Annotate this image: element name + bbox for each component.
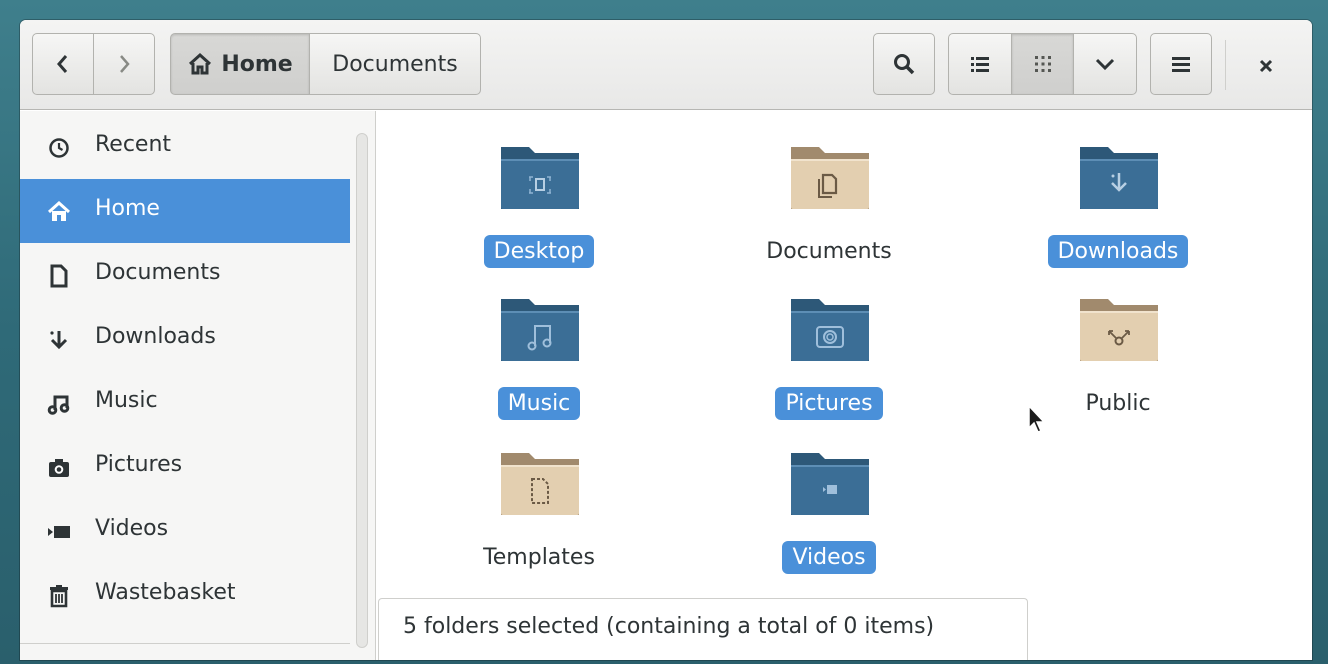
folder-item-documents[interactable]: Documents <box>729 125 929 265</box>
menu-button[interactable] <box>1150 33 1212 95</box>
view-options-button[interactable] <box>1073 33 1137 95</box>
music-icon <box>46 391 72 417</box>
sidebar-item-videos[interactable]: Videos <box>20 499 350 563</box>
header-separator <box>1225 40 1226 90</box>
list-view-button[interactable] <box>948 33 1012 95</box>
sidebar-item-label: Music <box>95 388 158 413</box>
places-sidebar: Recent Home Documents Downloads Music Pi… <box>20 111 376 660</box>
folder-documents-icon <box>791 147 869 209</box>
path-button-home[interactable]: Home <box>170 33 310 95</box>
folder-item-downloads[interactable]: Downloads <box>1018 125 1218 268</box>
folder-pictures-icon <box>791 299 869 361</box>
sidebar-item-downloads[interactable]: Downloads <box>20 307 350 371</box>
download-icon <box>46 327 72 353</box>
mouse-pointer-icon <box>1028 404 1046 433</box>
close-button[interactable] <box>1246 46 1286 86</box>
folder-label: Downloads <box>1047 235 1189 268</box>
folder-item-pictures[interactable]: Pictures <box>729 277 929 420</box>
folder-label: Public <box>1085 391 1151 416</box>
header-bar: Home Documents <box>20 20 1312 110</box>
folder-downloads-icon <box>1080 147 1158 209</box>
video-icon <box>46 519 72 545</box>
close-icon <box>1259 59 1273 73</box>
clock-icon <box>46 135 72 161</box>
forward-button[interactable] <box>93 33 155 95</box>
folder-item-music[interactable]: Music <box>439 277 639 420</box>
folder-templates-icon <box>501 453 579 515</box>
sidebar-item-wastebasket[interactable]: Wastebasket <box>20 563 350 627</box>
sidebar-item-label: Videos <box>95 516 169 541</box>
document-icon <box>46 263 72 289</box>
folder-public-icon <box>1080 299 1158 361</box>
back-button[interactable] <box>32 33 94 95</box>
folder-label: Music <box>497 387 581 420</box>
folder-item-templates[interactable]: Templates <box>439 431 639 571</box>
folder-label: Videos <box>782 541 876 574</box>
file-grid: Desktop Documents Downloads Music Pictur… <box>377 111 1312 660</box>
folder-label: Desktop <box>483 235 595 268</box>
folder-desktop-icon <box>501 147 579 209</box>
folder-label: Templates <box>483 545 595 570</box>
sidebar-scrollbar[interactable] <box>356 133 368 648</box>
file-manager-window: Home Documents Recent Home Documents Dow… <box>20 20 1312 660</box>
search-icon <box>894 54 915 75</box>
hamburger-icon <box>1172 57 1190 72</box>
grid-view-button[interactable] <box>1011 33 1074 95</box>
path-home-label: Home <box>221 51 293 77</box>
camera-icon <box>46 455 72 481</box>
chevron-left-icon <box>57 55 68 73</box>
list-view-icon <box>971 57 989 72</box>
sidebar-item-label: Documents <box>95 260 221 285</box>
sidebar-item-label: Home <box>95 196 160 221</box>
sidebar-item-home[interactable]: Home <box>20 179 350 243</box>
folder-music-icon <box>501 299 579 361</box>
folder-videos-icon <box>791 453 869 515</box>
sidebar-item-recent[interactable]: Recent <box>20 115 350 179</box>
sidebar-item-label: Pictures <box>95 452 183 477</box>
sidebar-item-documents[interactable]: Documents <box>20 243 350 307</box>
folder-label: Pictures <box>775 387 883 420</box>
folder-item-videos[interactable]: Videos <box>729 431 929 574</box>
sidebar-item-label: Downloads <box>95 324 216 349</box>
sidebar-item-label: Recent <box>95 132 172 157</box>
path-button-documents[interactable]: Documents <box>309 33 481 95</box>
chevron-down-icon <box>1095 58 1115 71</box>
trash-icon <box>46 583 72 609</box>
sidebar-item-music[interactable]: Music <box>20 371 350 435</box>
sidebar-item-label: Wastebasket <box>95 580 236 605</box>
grid-view-icon <box>1034 56 1051 72</box>
home-icon <box>189 52 212 75</box>
search-button[interactable] <box>873 33 935 95</box>
folder-item-public[interactable]: Public <box>1018 277 1218 417</box>
home-icon <box>46 199 72 225</box>
selection-status-bar: 5 folders selected (containing a total o… <box>378 598 1028 660</box>
folder-item-desktop[interactable]: Desktop <box>439 125 639 268</box>
folder-label: Documents <box>766 239 892 264</box>
chevron-right-icon <box>120 55 130 73</box>
path-documents-label: Documents <box>332 51 458 77</box>
sidebar-item-pictures[interactable]: Pictures <box>20 435 350 499</box>
sidebar-separator <box>20 643 350 660</box>
